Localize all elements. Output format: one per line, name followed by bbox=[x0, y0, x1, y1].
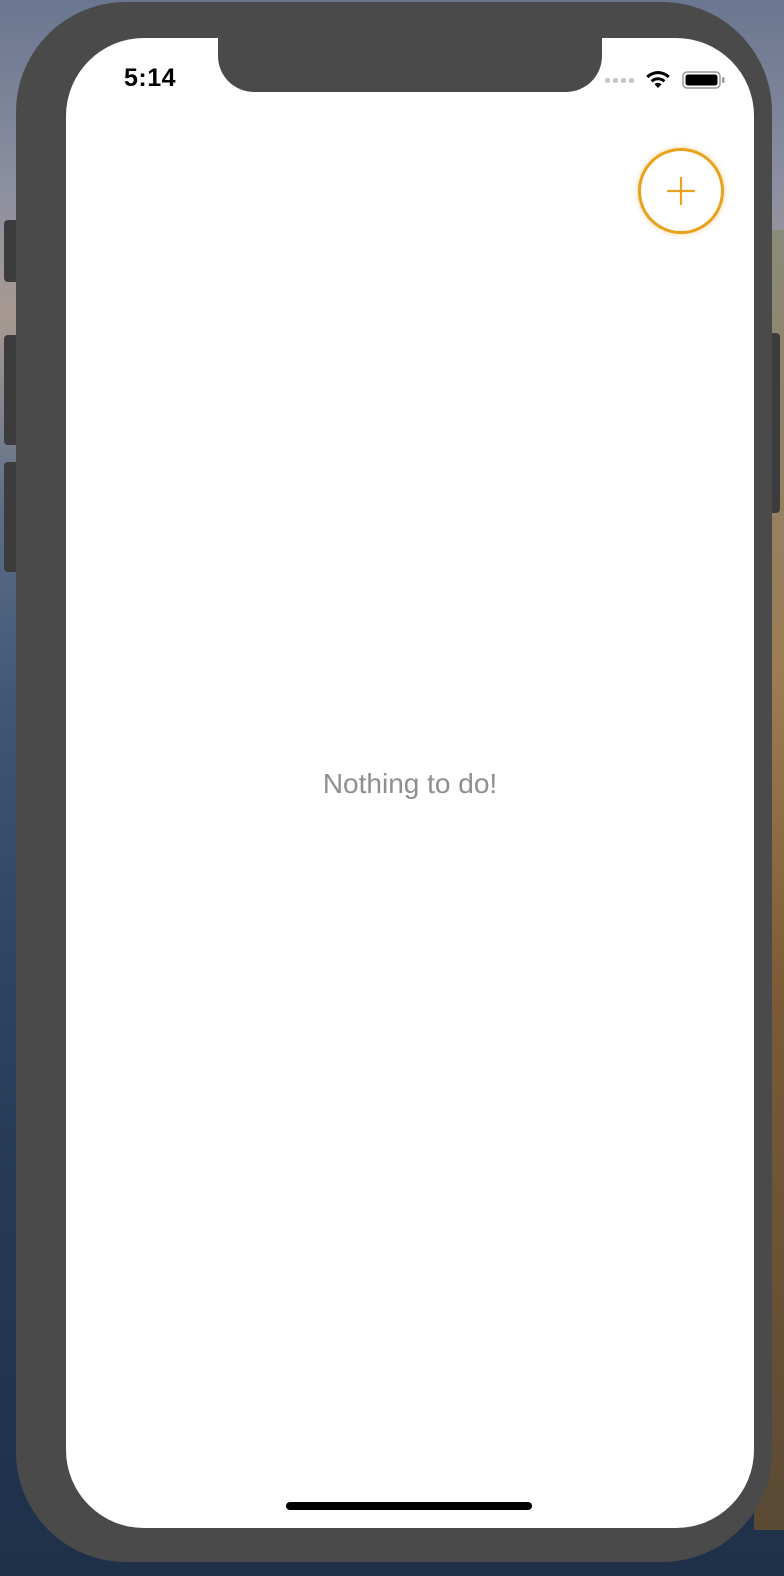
home-indicator[interactable] bbox=[286, 1502, 532, 1510]
cellular-signal-icon bbox=[605, 77, 634, 83]
empty-state-message: Nothing to do! bbox=[322, 768, 498, 799]
phone-frame: 5:14 Nothing to do! bbox=[16, 2, 772, 1562]
app-screen: 5:14 Nothing to do! bbox=[66, 38, 754, 1528]
add-task-button[interactable] bbox=[638, 148, 724, 234]
notch bbox=[218, 38, 602, 92]
status-time: 5:14 bbox=[124, 64, 177, 92]
battery-icon bbox=[682, 71, 725, 89]
wifi-icon bbox=[646, 71, 670, 88]
status-indicators bbox=[605, 70, 726, 90]
plus-icon bbox=[666, 176, 696, 206]
